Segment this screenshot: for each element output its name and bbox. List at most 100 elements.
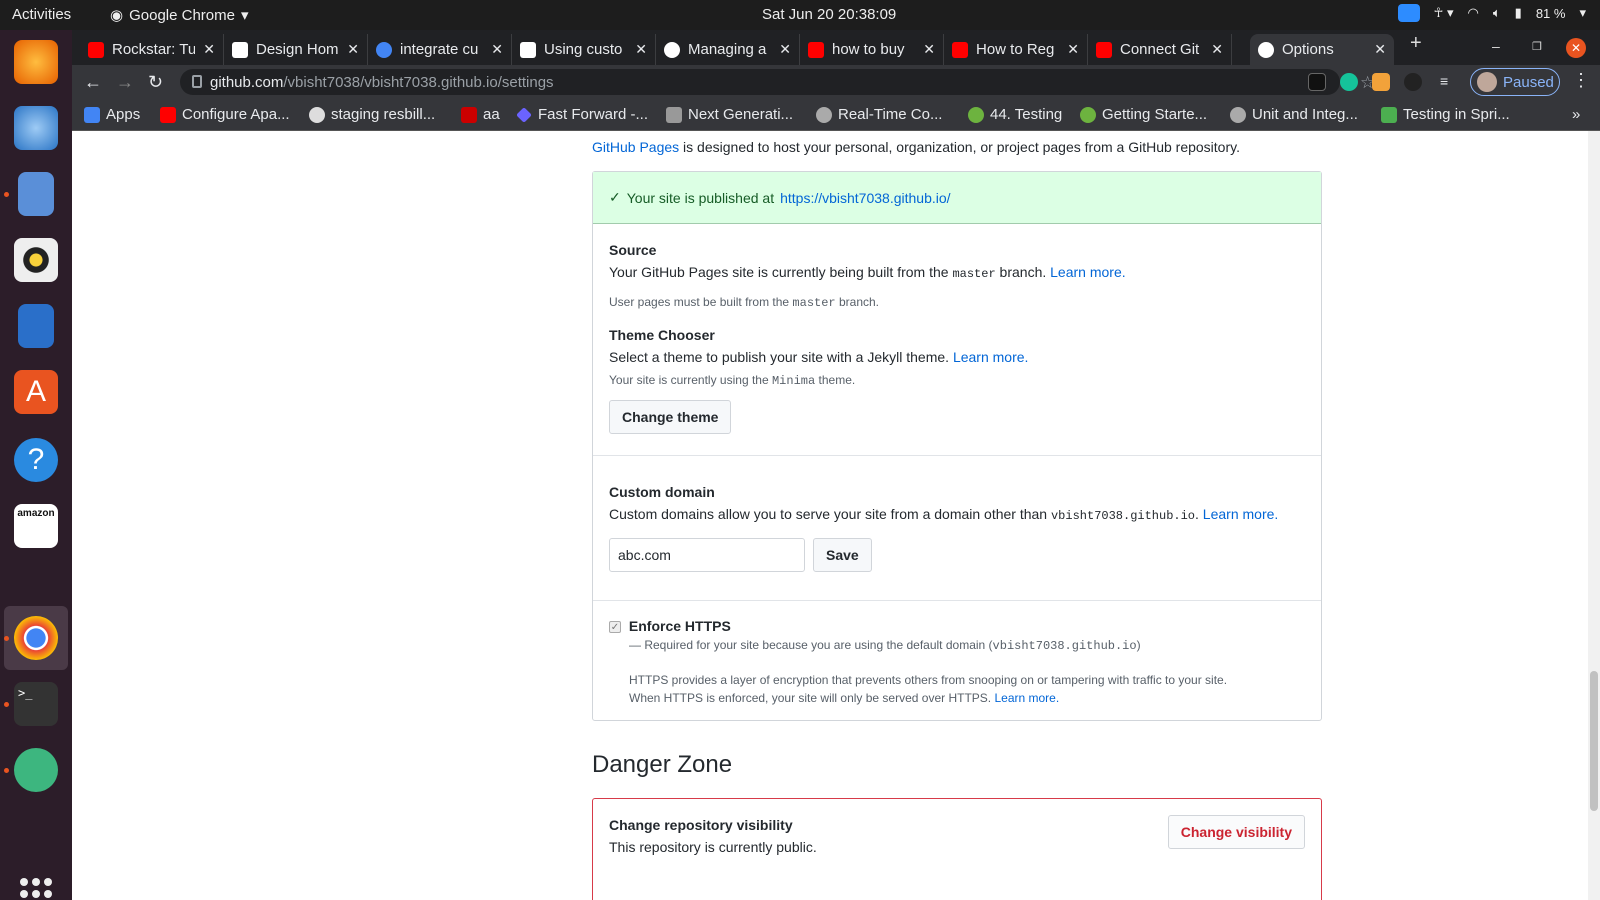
spring-icon xyxy=(1080,106,1096,123)
tab-connect[interactable]: Connect Git ✕ xyxy=(1088,34,1232,65)
reload-button[interactable]: ↻ xyxy=(148,72,163,93)
learn-more-link[interactable]: Learn more. xyxy=(994,691,1059,705)
close-icon[interactable]: ✕ xyxy=(1211,41,1223,58)
bookmark-testing-spring[interactable]: Testing in Spri... xyxy=(1381,106,1510,123)
rhythmbox-icon[interactable] xyxy=(14,238,58,282)
source-note-after: branch. xyxy=(835,295,879,309)
bookmark-getting-started[interactable]: Getting Starte... xyxy=(1080,106,1207,123)
terminal-icon[interactable]: >_ xyxy=(14,682,58,726)
maximize-button[interactable]: ❐ xyxy=(1532,40,1542,53)
clock[interactable]: Sat Jun 20 20:38:09 xyxy=(762,6,896,23)
apps-grid-icon xyxy=(84,106,100,123)
accessibility-icon[interactable]: ☥ ▾ xyxy=(1434,5,1454,21)
grammarly-icon[interactable] xyxy=(1340,73,1358,91)
tab-managing[interactable]: Managing a ✕ xyxy=(656,34,800,65)
save-button[interactable]: Save xyxy=(813,538,872,572)
bookmark-44-testing[interactable]: 44. Testing xyxy=(968,106,1062,123)
chrome-icon: ◉ xyxy=(110,7,124,24)
tab-how-to-buy[interactable]: how to buy ✕ xyxy=(800,34,944,65)
bookmark-label: Apps xyxy=(106,106,141,123)
bookmark-label: 44. Testing xyxy=(990,106,1063,123)
bookmark-aa[interactable]: aa xyxy=(461,106,500,123)
writer-icon[interactable] xyxy=(18,304,54,348)
help-icon[interactable]: ? xyxy=(14,438,58,482)
back-button[interactable]: ← xyxy=(84,72,102,93)
new-tab-button[interactable]: + xyxy=(1410,32,1422,55)
page-scrollbar[interactable] xyxy=(1588,131,1600,900)
tab-options[interactable]: Options ✕ xyxy=(1250,34,1394,65)
software-center-icon[interactable]: A xyxy=(14,370,58,414)
bookmark-configure[interactable]: Configure Apa... xyxy=(160,106,290,123)
github-icon xyxy=(1258,41,1274,58)
firefox-icon[interactable] xyxy=(14,40,58,84)
extension-icon[interactable] xyxy=(1404,73,1422,91)
extension-icon[interactable] xyxy=(1308,73,1326,91)
site-icon xyxy=(1230,106,1246,123)
bookmark-label: Getting Starte... xyxy=(1102,106,1208,123)
learn-more-link[interactable]: Learn more. xyxy=(953,349,1028,365)
bookmarks-bar: Apps Configure Apa... staging resbill...… xyxy=(72,99,1600,131)
globe-icon xyxy=(309,106,325,123)
show-apps-icon[interactable] xyxy=(20,878,52,900)
zoom-icon[interactable] xyxy=(1397,4,1420,22)
tab-how-to-reg[interactable]: How to Reg ✕ xyxy=(944,34,1088,65)
learn-more-link[interactable]: Learn more. xyxy=(1203,506,1278,522)
close-icon[interactable]: ✕ xyxy=(923,41,935,58)
avatar xyxy=(1477,72,1497,92)
bookmark-staging[interactable]: staging resbill... xyxy=(309,106,435,123)
media-control-icon[interactable]: ≡ xyxy=(1440,73,1458,91)
system-top-bar: Activities ◉ Google Chrome ▾ Sat Jun 20 20… xyxy=(0,0,1600,30)
custom-domain-section: Custom domain Custom domains allow you t… xyxy=(609,484,1279,523)
window-close-button[interactable]: ✕ xyxy=(1566,38,1586,58)
system-tray[interactable]: ☥ ▾ ◠ 🔈︎ ▮ 81 % ▾ xyxy=(1397,4,1586,22)
learn-more-link[interactable]: Learn more. xyxy=(1050,264,1125,280)
app-menu[interactable]: ◉ Google Chrome ▾ xyxy=(110,6,249,25)
close-icon[interactable]: ✕ xyxy=(347,41,359,58)
tab-using[interactable]: Using custo ✕ xyxy=(512,34,656,65)
tab-title: Connect Git xyxy=(1120,41,1200,58)
close-icon[interactable]: ✕ xyxy=(635,41,647,58)
bookmark-unit-integ[interactable]: Unit and Integ... xyxy=(1230,106,1358,123)
extension-icon[interactable] xyxy=(1372,73,1390,91)
forward-button[interactable]: → xyxy=(116,72,134,93)
activities-button[interactable]: Activities xyxy=(12,6,71,23)
github-pages-link[interactable]: GitHub Pages xyxy=(592,139,679,155)
tab-design[interactable]: Design Hom ✕ xyxy=(224,34,368,65)
chrome-dock-icon[interactable] xyxy=(14,616,58,660)
change-theme-button[interactable]: Change theme xyxy=(609,400,732,434)
tab-rockstar[interactable]: Rockstar: Tu ✕ xyxy=(80,34,224,65)
close-icon[interactable]: ✕ xyxy=(1067,41,1079,58)
close-icon[interactable]: ✕ xyxy=(1374,41,1386,58)
close-icon[interactable]: ✕ xyxy=(491,41,503,58)
menu-icon[interactable]: ⋮ xyxy=(1572,70,1590,91)
bookmark-apps[interactable]: Apps xyxy=(84,106,140,123)
site-icon xyxy=(232,41,248,58)
close-icon[interactable]: ✕ xyxy=(203,41,215,58)
thunderbird-icon[interactable] xyxy=(14,106,58,150)
published-url-link[interactable]: https://vbisht7038.github.io/ xyxy=(780,190,950,206)
bookmark-label: Unit and Integ... xyxy=(1252,106,1358,123)
tab-integrate[interactable]: integrate cu ✕ xyxy=(368,34,512,65)
close-icon[interactable]: ✕ xyxy=(779,41,791,58)
custom-domain-input[interactable]: abc.com xyxy=(609,538,805,572)
running-indicator xyxy=(4,192,9,197)
github-icon xyxy=(664,41,680,58)
change-visibility-button[interactable]: Change visibility xyxy=(1167,815,1305,849)
bookmark-label: Testing in Spri... xyxy=(1403,106,1510,123)
scrollbar-thumb[interactable] xyxy=(1590,671,1598,811)
amazon-icon[interactable]: amazon xyxy=(14,504,58,548)
more-bookmarks-icon[interactable]: » xyxy=(1572,106,1580,123)
enforce-https-checkbox[interactable]: ✓ xyxy=(609,621,621,634)
bookmark-next-generation[interactable]: Next Generati... xyxy=(666,106,793,123)
minimize-button[interactable]: – xyxy=(1492,38,1500,54)
check-icon: ✓ xyxy=(609,189,621,205)
profile-button[interactable]: Paused xyxy=(1470,68,1560,96)
danger-zone-title: Danger Zone xyxy=(592,751,733,778)
tab-title: Rockstar: Tu xyxy=(112,41,196,58)
files-icon[interactable] xyxy=(18,172,54,216)
address-bar[interactable]: github.com/vbisht7038/vbisht7038.github.… xyxy=(180,69,1375,95)
bookmark-fast-forward[interactable]: Fast Forward -... xyxy=(516,106,648,123)
default-domain: vbisht7038.github.io xyxy=(1050,509,1196,523)
bookmark-real-time[interactable]: Real-Time Co... xyxy=(816,106,942,123)
atom-icon[interactable] xyxy=(14,748,58,792)
